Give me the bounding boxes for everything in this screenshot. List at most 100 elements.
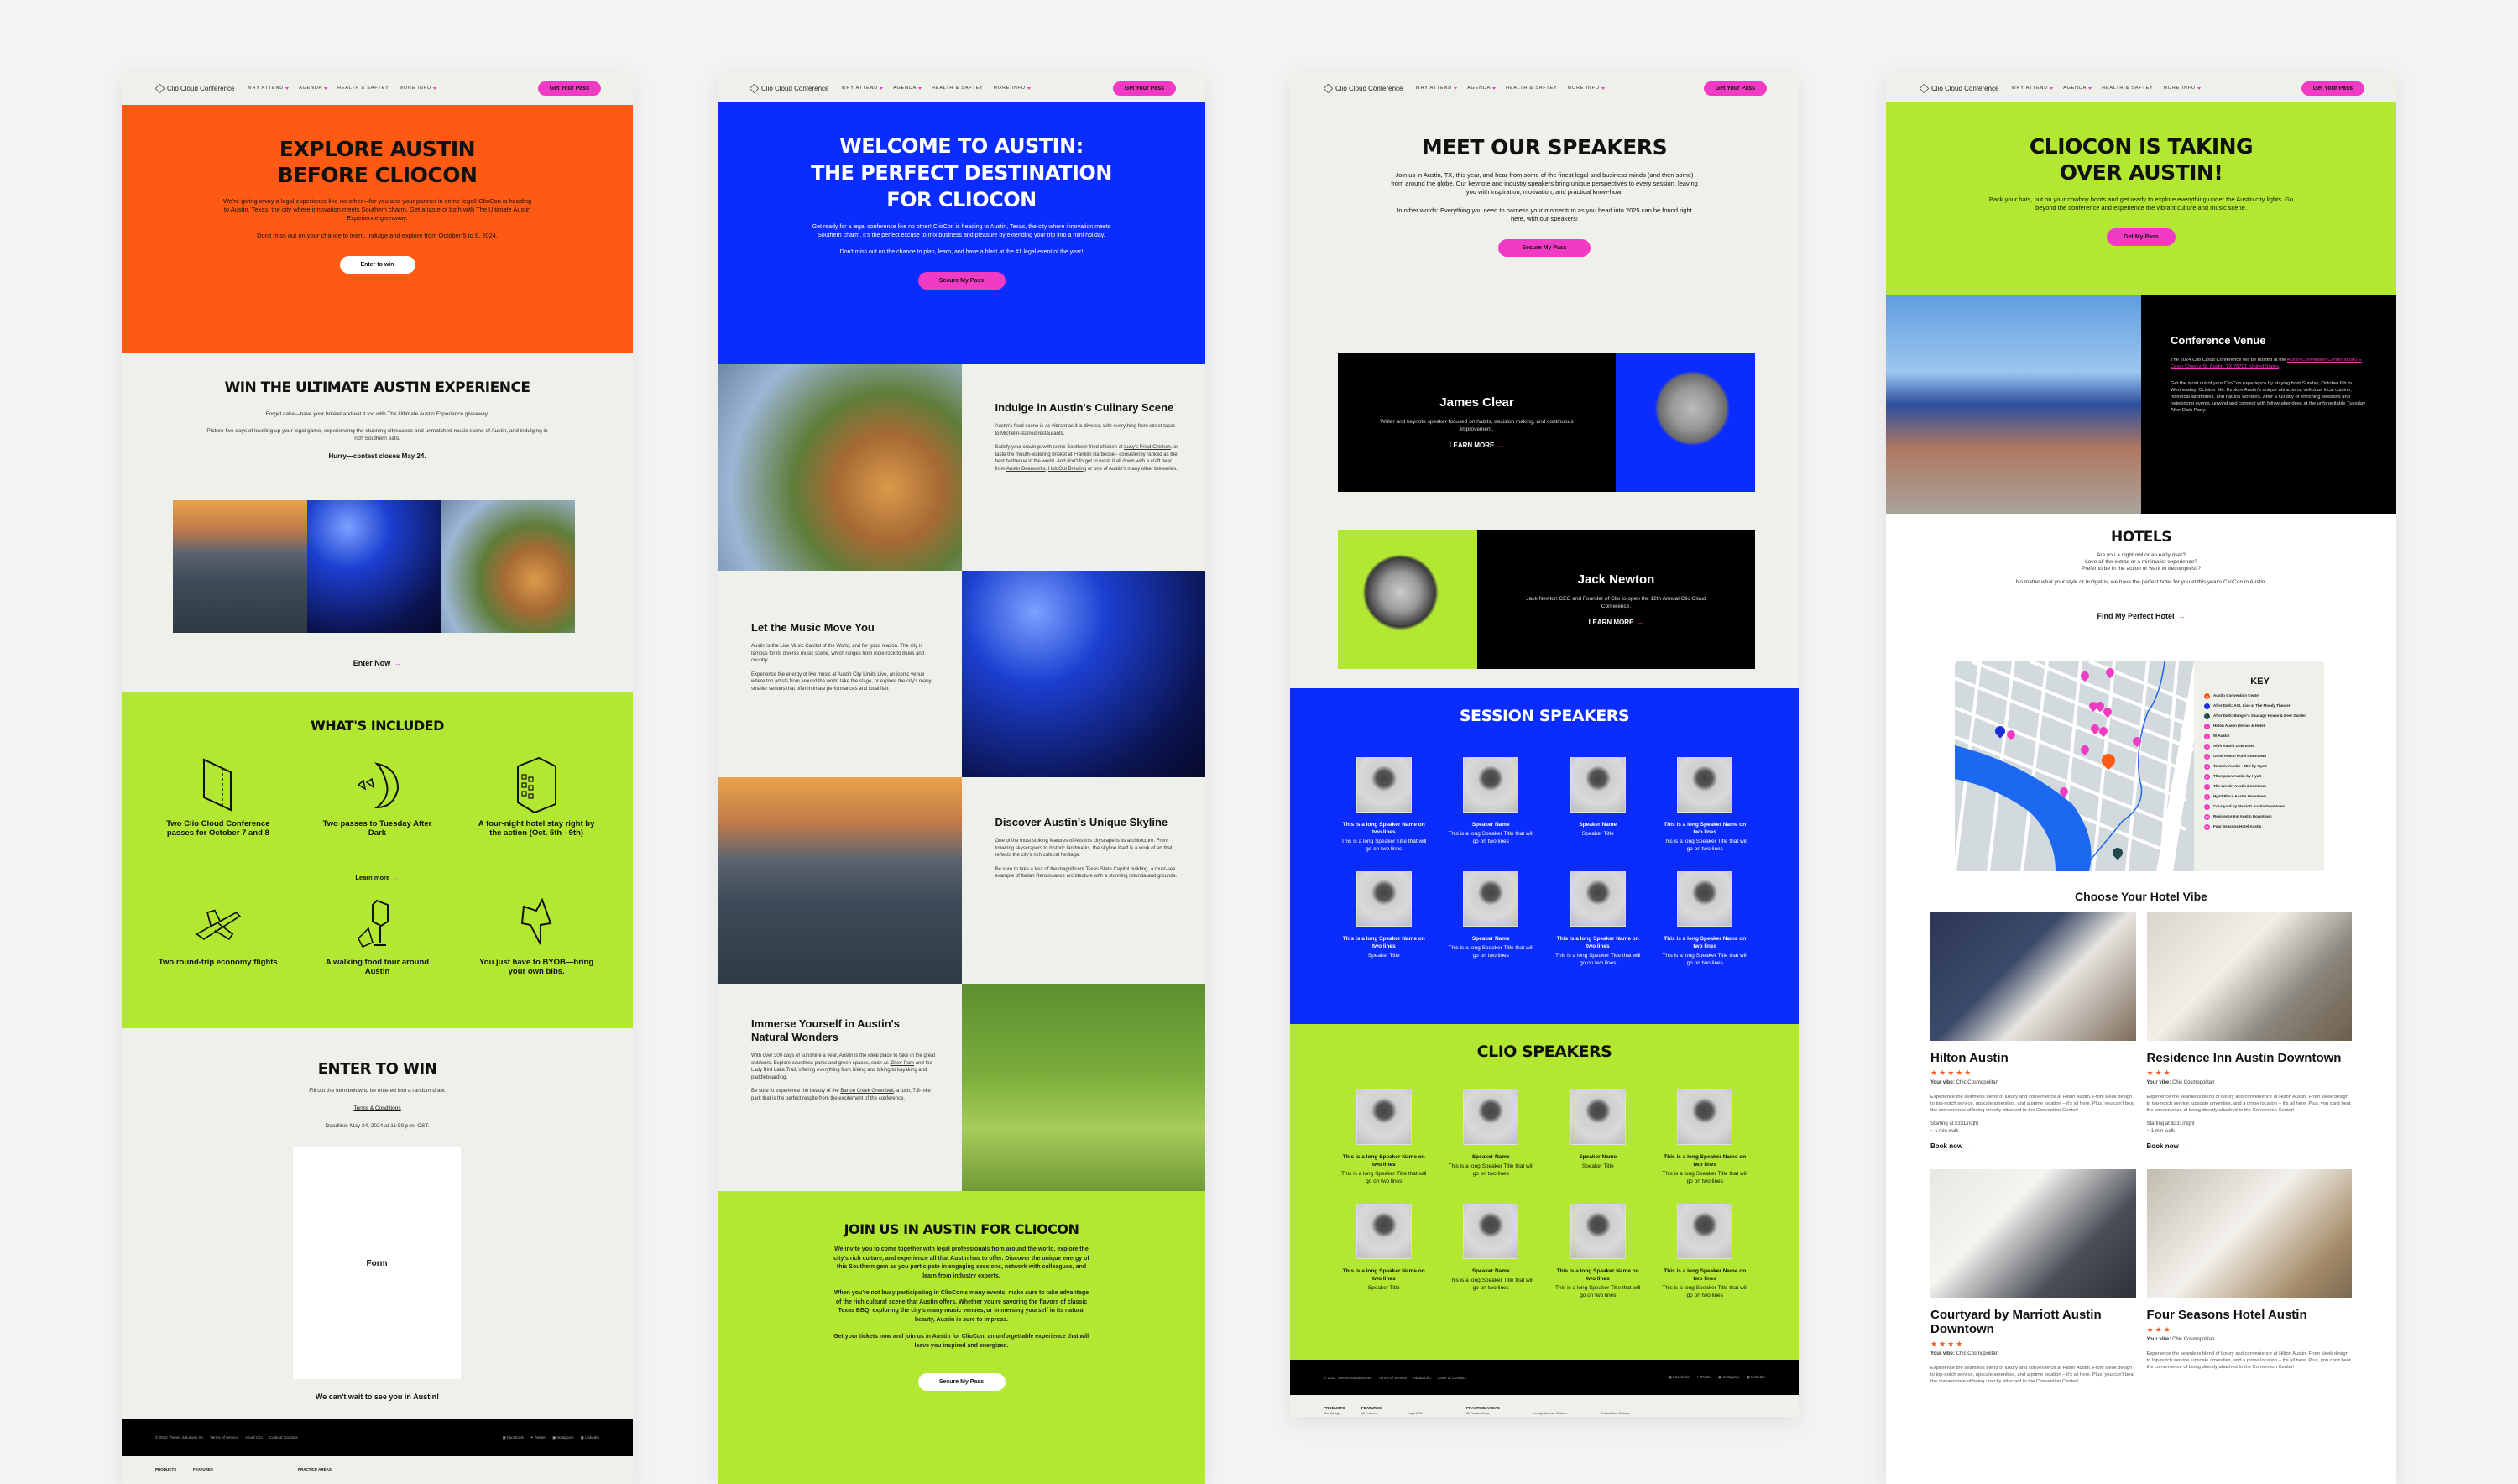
acl-live-link[interactable]: Austin City Limits Live <box>838 672 887 677</box>
speaker-card[interactable]: Speaker Name This is a long Speaker Title… <box>1438 1204 1545 1299</box>
terms-of-service-link[interactable]: Terms of Service <box>1379 1376 1408 1380</box>
footer-link[interactable]: All Practice Areas <box>1466 1411 1533 1417</box>
speaker-card[interactable]: This is a long Speaker Name on two lines… <box>1330 871 1438 967</box>
nav-why-attend[interactable]: WHY ATTEND <box>842 86 884 91</box>
speaker-photo <box>1570 1089 1626 1145</box>
brand-logo[interactable]: Clio Cloud Conference <box>1919 83 1999 93</box>
get-your-pass-button[interactable]: Get Your Pass <box>2301 81 2364 96</box>
footer-link[interactable]: Legal CRM <box>1408 1411 1466 1417</box>
closing-text: We can't wait to see you in Austin! <box>315 1393 440 1401</box>
speaker-card[interactable]: This is a long Speaker Name on two lines… <box>1652 1204 1759 1299</box>
learn-more-link[interactable]: Learn more → <box>355 874 399 881</box>
nav-agenda[interactable]: AGENDA <box>893 86 922 91</box>
nav-more-info[interactable]: MORE INFO <box>994 86 1031 91</box>
austin-beerworks-link[interactable]: Austin Beerworks <box>1006 467 1046 472</box>
franklin-barbecue-link[interactable]: Franklin Barbecue <box>1074 452 1115 457</box>
nav-more-info[interactable]: MORE INFO <box>400 86 436 91</box>
book-now-link[interactable]: Book now → <box>2147 1142 2189 1150</box>
speaker-title: This is a long Speaker Title that will g… <box>1662 1171 1748 1184</box>
get-your-pass-button[interactable]: Get Your Pass <box>1112 81 1176 96</box>
speaker-card[interactable]: Speaker Name This is a long Speaker Title… <box>1438 871 1545 967</box>
brand-logo[interactable]: Clio Cloud Conference <box>154 83 235 93</box>
hotel-card: Residence Inn Austin Downtown ★★★ Your vib… <box>2146 912 2352 1152</box>
facebook-link[interactable]: ▣ Facebook <box>502 1435 523 1440</box>
code-of-conduct-link[interactable]: Code of Conduct <box>269 1435 298 1440</box>
speaker-card[interactable]: Speaker Name Speaker Title <box>1544 1089 1652 1185</box>
facebook-link[interactable]: ▣ Facebook <box>1668 1375 1689 1380</box>
win-p1: Forget cake—have your brisket and eat it… <box>265 411 489 417</box>
speaker-card[interactable]: This is a long Speaker Name on two lines… <box>1330 757 1438 853</box>
terms-link[interactable]: Terms & Conditions <box>353 1105 400 1111</box>
book-now-link[interactable]: Book now → <box>1930 1142 1972 1150</box>
zilker-park-link[interactable]: Zilker Park <box>890 1061 914 1066</box>
lucys-fried-chicken-link[interactable]: Lucy's Fried Chicken <box>1124 445 1171 450</box>
nav-why-attend[interactable]: WHY ATTEND <box>1416 86 1458 91</box>
speaker-card[interactable]: Speaker Name This is a long Speaker Title… <box>1438 757 1545 853</box>
nav-why-attend[interactable]: WHY ATTEND <box>2012 86 2054 91</box>
footer-link[interactable]: Criminal Law Software <box>1601 1411 1668 1417</box>
speaker-card[interactable]: This is a long Speaker Name on two lines… <box>1330 1089 1438 1185</box>
instagram-link[interactable]: ▣ Instagram <box>1718 1375 1740 1380</box>
brand-logo[interactable]: Clio Cloud Conference <box>749 83 829 93</box>
nav-agenda[interactable]: AGENDA <box>2063 86 2092 91</box>
footer-link[interactable]: All Features <box>1361 1411 1408 1417</box>
entry-form[interactable]: Form <box>293 1147 461 1379</box>
map-pin-icon: ♪ <box>2204 703 2210 709</box>
linkedin-link[interactable]: ▣ LinkedIn <box>580 1435 599 1440</box>
map-key-item: 9 Courtyard by Marriott Austin Downtown <box>2204 804 2316 810</box>
speaker-card[interactable]: Speaker Name Speaker Title <box>1544 757 1652 853</box>
burger-and-beer-photo <box>441 500 575 633</box>
speaker-card[interactable]: This is a long Speaker Name on two lines… <box>1652 757 1759 853</box>
linkedin-link[interactable]: ▣ LinkedIn <box>1746 1375 1765 1380</box>
hotel-map[interactable]: KEY ★ Austin Convention Center ♪ After Dark… <box>1955 661 2324 871</box>
nav-health-safety[interactable]: HEALTH & SAFTEY <box>932 86 983 91</box>
speaker-card[interactable]: This is a long Speaker Name on two lines… <box>1544 871 1652 967</box>
instagram-link[interactable]: ▣ Instagram <box>552 1435 574 1440</box>
enter-now-link[interactable]: Enter Now → <box>353 659 402 667</box>
included-title: WHAT'S INCLUDED <box>311 718 444 734</box>
learn-more-link[interactable]: LEARN MORE → <box>1589 619 1644 626</box>
footer-link[interactable]: Immigration Law Software <box>1533 1411 1601 1417</box>
barton-creek-link[interactable]: Barton Creek Greenbelt <box>840 1089 893 1094</box>
nav-health-safety[interactable]: HEALTH & SAFTEY <box>337 86 389 91</box>
nav-health-safety[interactable]: HEALTH & SAFTEY <box>2102 86 2153 91</box>
nav-agenda[interactable]: AGENDA <box>299 86 328 91</box>
twitter-link[interactable]: ✦ Twitter <box>1696 1375 1711 1380</box>
get-my-pass-button[interactable]: Get My Pass <box>2107 228 2176 246</box>
speaker-title: This is a long Speaker Title that will g… <box>1448 945 1534 959</box>
map-pin-icon: 5 <box>2204 764 2210 770</box>
speaker-card[interactable]: This is a long Speaker Name on two lines… <box>1330 1204 1438 1299</box>
speaker-card[interactable]: This is a long Speaker Name on two lines… <box>1652 871 1759 967</box>
footer-link[interactable]: Clio Manage <box>1324 1411 1361 1417</box>
about-clio-link[interactable]: About Clio <box>1413 1376 1431 1380</box>
get-your-pass-button[interactable]: Get Your Pass <box>1703 81 1767 96</box>
speaker-card[interactable]: Speaker Name This is a long Speaker Title… <box>1438 1089 1545 1185</box>
code-of-conduct-link[interactable]: Code of Conduct <box>1438 1376 1466 1380</box>
secure-my-pass-button[interactable]: Secure My Pass <box>1498 239 1591 257</box>
nav-why-attend[interactable]: WHY ATTEND <box>248 86 290 91</box>
arrow-right-icon: → <box>394 659 402 667</box>
speaker-card[interactable]: This is a long Speaker Name on two lines… <box>1652 1089 1759 1185</box>
learn-more-link[interactable]: LEARN MORE → <box>1450 442 1505 449</box>
enter-to-win-button[interactable]: Enter to win <box>339 256 415 274</box>
get-your-pass-button[interactable]: Get Your Pass <box>537 81 601 96</box>
map-pin-icon: 9 <box>2204 804 2210 810</box>
nav-more-info[interactable]: MORE INFO <box>2164 86 2201 91</box>
secure-my-pass-button[interactable]: Secure My Pass <box>917 1373 1006 1391</box>
about-clio-link[interactable]: About Clio <box>245 1435 263 1440</box>
twitter-link[interactable]: ✦ Twitter <box>530 1435 546 1440</box>
brand-logo[interactable]: Clio Cloud Conference <box>1323 83 1403 93</box>
secure-my-pass-button[interactable]: Secure My Pass <box>917 272 1006 290</box>
speaker-name: This is a long Speaker Name on two lines <box>1664 1154 1747 1168</box>
nav-agenda[interactable]: AGENDA <box>1467 86 1497 91</box>
ticket-icon <box>193 755 243 814</box>
enter-title: ENTER TO WIN <box>317 1060 437 1078</box>
nav-health-safety[interactable]: HEALTH & SAFTEY <box>1506 86 1557 91</box>
terms-of-service-link[interactable]: Terms of Service <box>211 1435 239 1440</box>
speaker-card[interactable]: This is a long Speaker Name on two lines… <box>1544 1204 1652 1299</box>
nav-more-info[interactable]: MORE INFO <box>1568 86 1605 91</box>
map-pin-icon: 11 <box>2204 824 2210 830</box>
included-item: A walking food tour around Austin <box>298 894 457 976</box>
holdout-brewing-link[interactable]: HoldOut Brewing <box>1048 467 1086 472</box>
find-my-perfect-hotel-link[interactable]: Find My Perfect Hotel → <box>2097 612 2185 620</box>
